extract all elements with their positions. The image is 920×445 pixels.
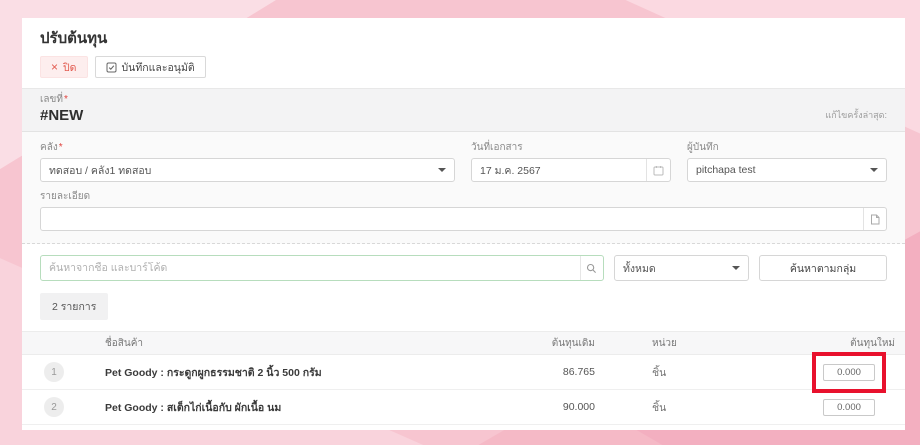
details-input-wrap — [40, 207, 887, 231]
recorder-field: ผู้บันทึก pitchapa test — [687, 141, 887, 182]
date-label: วันที่เอกสาร — [471, 142, 523, 153]
save-approve-button[interactable]: บันทึกและอนุมัติ — [94, 56, 206, 78]
close-icon: × — [51, 60, 59, 74]
new-cost-cell — [745, 351, 905, 393]
page: ปรับต้นทุน × ปิด บันทึกและอนุมัติ เลขที่… — [0, 0, 920, 445]
search-input[interactable] — [41, 262, 580, 274]
details-field: รายละเอียด — [40, 190, 887, 231]
unit-value: ชิ้น — [652, 366, 667, 379]
document-number-label: เลขที่* — [40, 94, 68, 105]
old-cost-value: 86.765 — [562, 366, 595, 378]
row-number: 1 — [22, 362, 86, 382]
chevron-down-icon — [732, 266, 740, 270]
row-number-badge: 1 — [44, 362, 64, 382]
table-row: 2 Pet Goody : สเต็กไก่เนื้อกับ ผักเนื้อ … — [22, 390, 905, 425]
save-approve-icon — [106, 62, 117, 73]
old-cost-value: 90.000 — [562, 401, 595, 413]
close-button-label: ปิด — [63, 61, 77, 74]
card-header: ปรับต้นทุน × ปิด บันทึกและอนุมัติ — [22, 18, 905, 88]
details-input[interactable] — [41, 213, 863, 225]
required-mark: * — [63, 94, 68, 105]
page-title: ปรับต้นทุน — [40, 30, 108, 47]
search-row: ทั้งหมด ค้นหาตามกลุ่ม — [22, 244, 905, 281]
calendar-icon[interactable] — [646, 159, 670, 181]
category-select[interactable]: ทั้งหมด — [614, 255, 749, 281]
column-old-cost: ต้นทุนเดิม — [551, 337, 595, 349]
warehouse-label: คลัง* — [40, 142, 63, 153]
row-number: 2 — [22, 397, 86, 417]
new-cost-input[interactable] — [823, 363, 875, 381]
category-value: ทั้งหมด — [623, 262, 656, 275]
row-number-badge: 2 — [44, 397, 64, 417]
unit-value: ชิ้น — [652, 401, 667, 414]
date-field: วันที่เอกสาร 17 ม.ค. 2567 — [471, 141, 671, 182]
chevron-down-icon — [438, 168, 446, 172]
column-new-cost: ต้นทุนใหม่ — [850, 337, 895, 349]
chevron-down-icon — [870, 168, 878, 172]
toolbar: × ปิด บันทึกและอนุมัติ — [40, 56, 887, 78]
fields-row: คลัง* ทดสอบ / คลัง1 ทดสอบ วันที่เอกสาร 1… — [40, 141, 887, 182]
annotation-highlight-box — [812, 351, 886, 393]
column-product-name: ชื่อสินค้า — [105, 337, 144, 349]
table-header: ชื่อสินค้า ต้นทุนเดิม หน่วย ต้นทุนใหม่ — [22, 331, 905, 355]
form-fields: คลัง* ทดสอบ / คลัง1 ทดสอบ วันที่เอกสาร 1… — [22, 132, 905, 244]
note-icon[interactable] — [862, 208, 886, 230]
last-edited-label: แก้ไขครั้งล่าสุด: — [825, 110, 887, 120]
recorder-select[interactable]: pitchapa test — [687, 158, 887, 182]
details-label: รายละเอียด — [40, 191, 91, 202]
new-cost-input[interactable] — [823, 398, 875, 416]
recorder-label: ผู้บันทึก — [687, 142, 719, 153]
required-mark: * — [58, 142, 63, 153]
items-table: ชื่อสินค้า ต้นทุนเดิม หน่วย ต้นทุนใหม่ 1… — [22, 331, 905, 425]
close-button[interactable]: × ปิด — [40, 56, 88, 78]
date-input[interactable]: 17 ม.ค. 2567 — [471, 158, 671, 182]
new-cost-cell — [745, 398, 905, 416]
items-count-badge: 2 รายการ — [40, 293, 109, 320]
column-unit: หน่วย — [652, 337, 677, 349]
group-search-button[interactable]: ค้นหาตามกลุ่ม — [759, 255, 887, 281]
recorder-value: pitchapa test — [696, 164, 756, 176]
product-search — [40, 255, 604, 281]
document-number-value: #NEW — [40, 107, 84, 124]
date-value: 17 ม.ค. 2567 — [480, 164, 541, 177]
product-name: Pet Goody : กระดูกผูกธรรมชาติ 2 นิ้ว 500… — [105, 366, 322, 379]
cost-adjustment-card: ปรับต้นทุน × ปิด บันทึกและอนุมัติ เลขที่… — [22, 18, 905, 430]
document-number-group: เลขที่* #NEW — [40, 93, 83, 125]
table-row: 1 Pet Goody : กระดูกผูกธรรมชาติ 2 นิ้ว 5… — [22, 351, 905, 393]
warehouse-value: ทดสอบ / คลัง1 ทดสอบ — [49, 164, 152, 177]
document-number-band: เลขที่* #NEW แก้ไขครั้งล่าสุด: — [22, 88, 905, 132]
product-name: Pet Goody : สเต็กไก่เนื้อกับ ผักเนื้อ นม — [105, 401, 282, 414]
warehouse-select[interactable]: ทดสอบ / คลัง1 ทดสอบ — [40, 158, 455, 182]
save-approve-label: บันทึกและอนุมัติ — [121, 61, 195, 74]
warehouse-field: คลัง* ทดสอบ / คลัง1 ทดสอบ — [40, 141, 455, 182]
search-icon[interactable] — [579, 256, 603, 280]
